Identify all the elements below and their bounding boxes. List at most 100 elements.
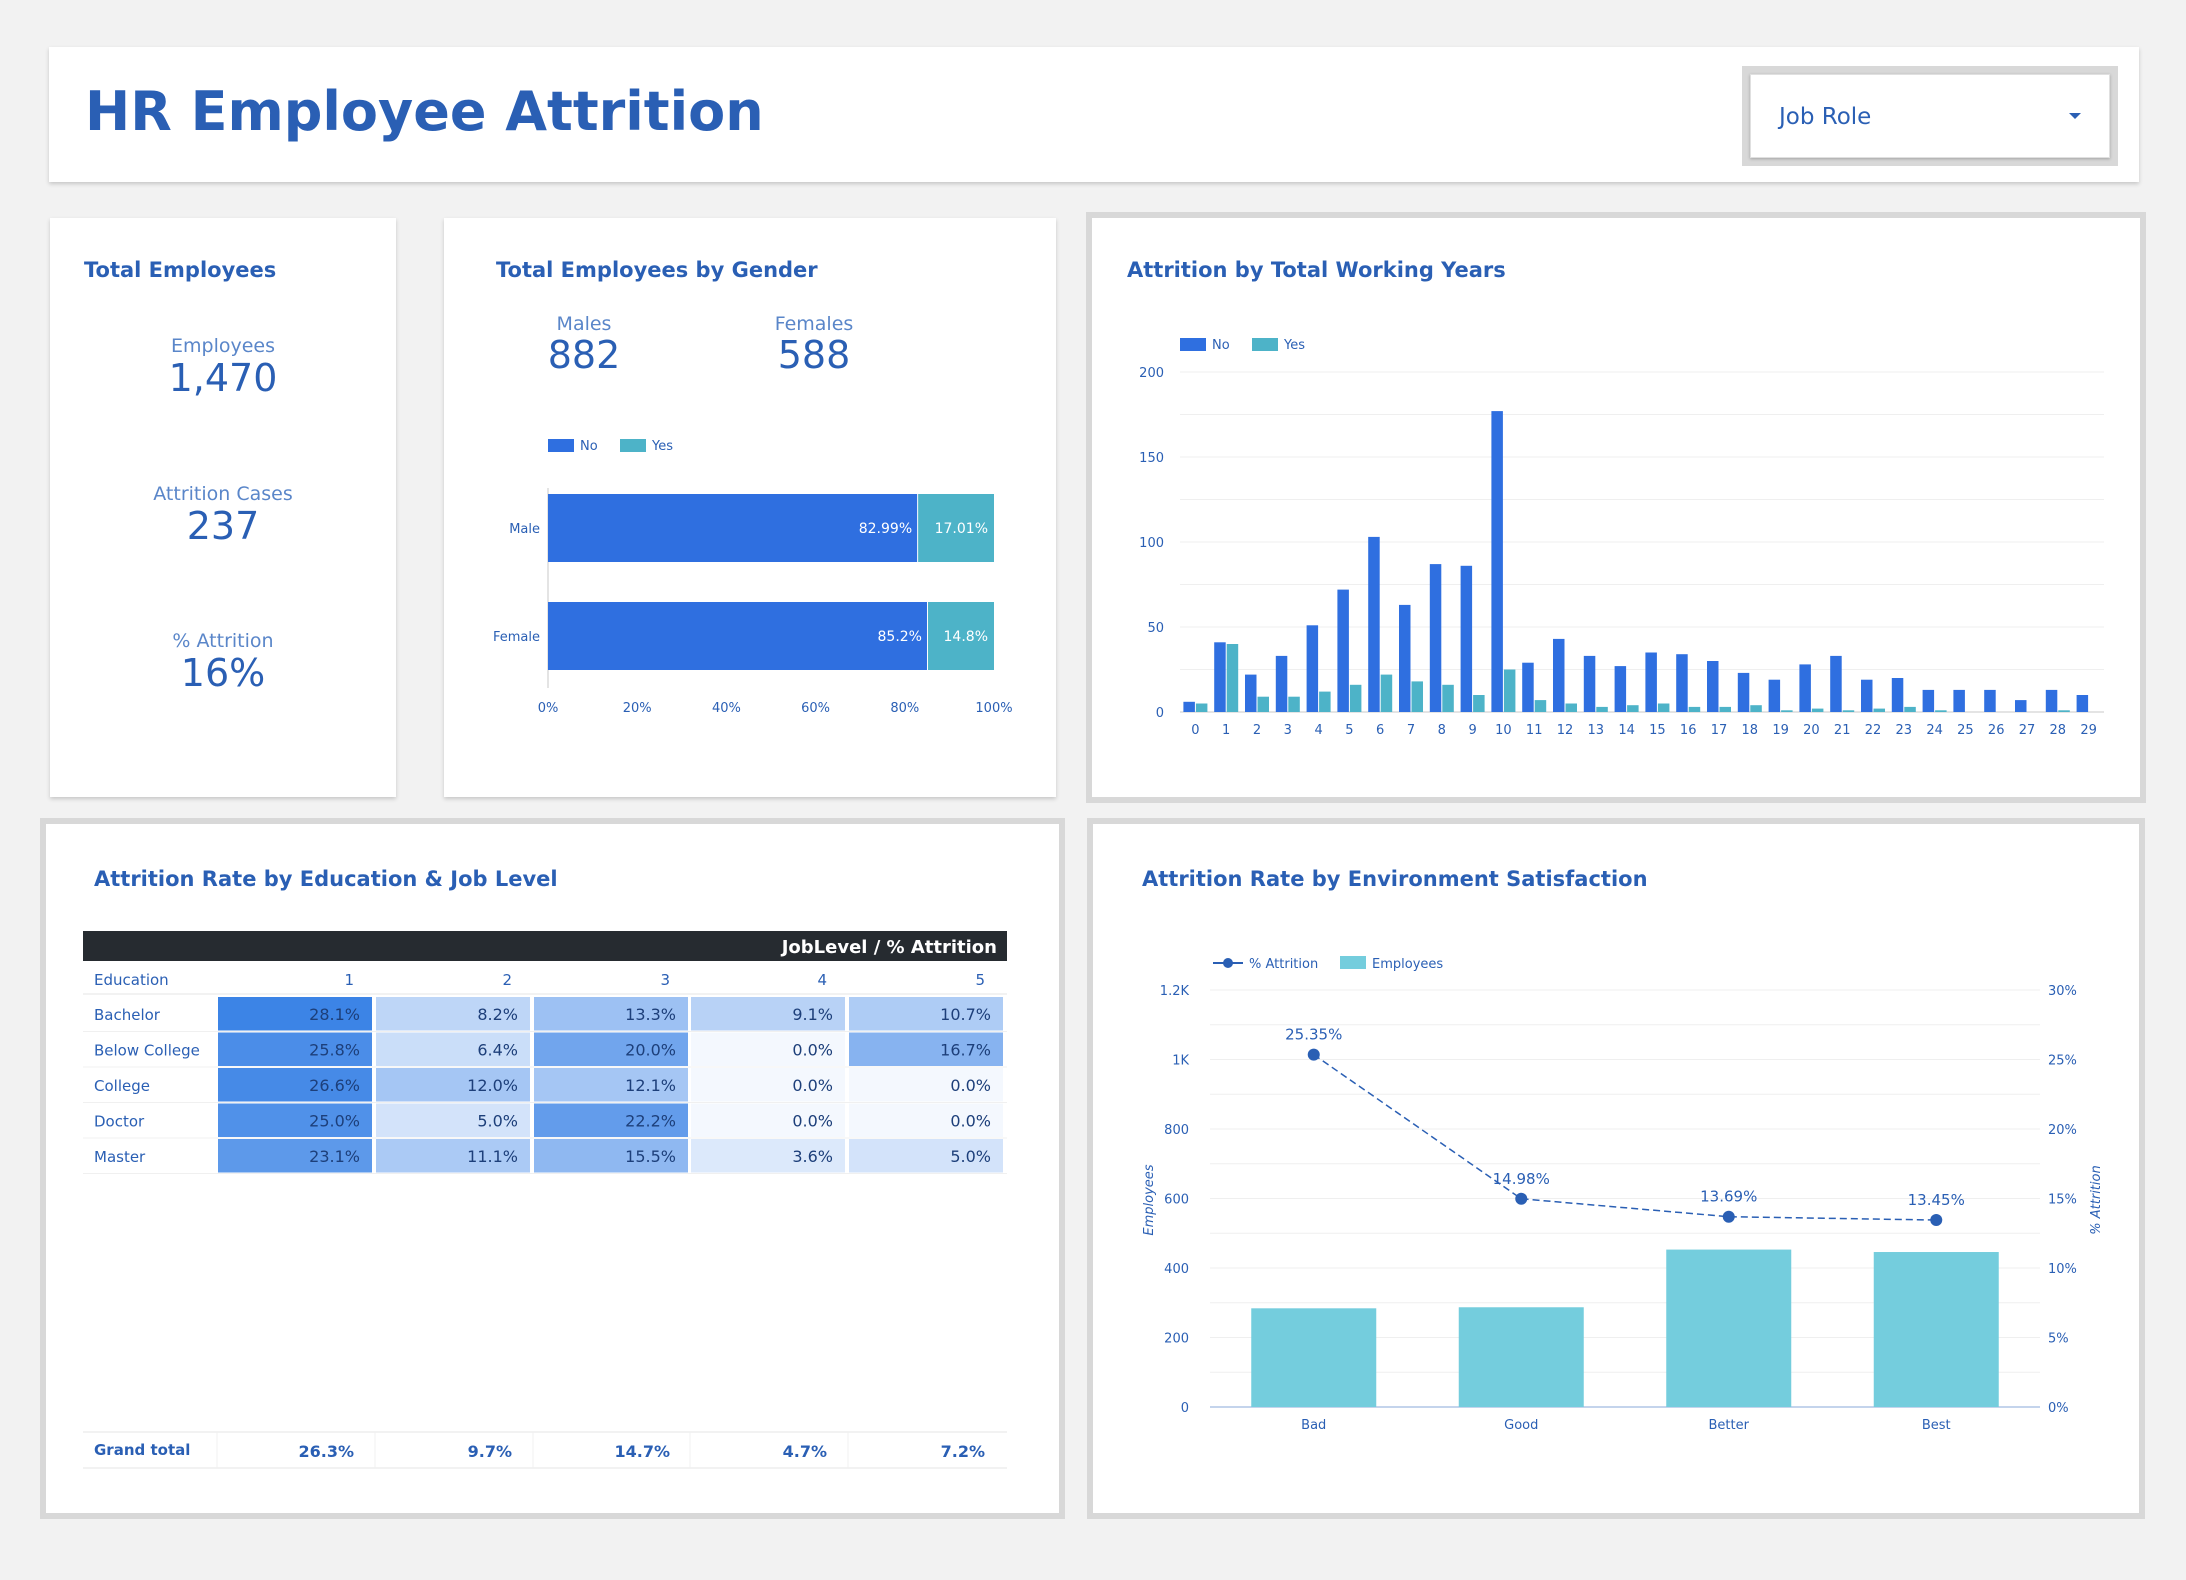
job-role-dropdown-label: Job Role [1779, 104, 1872, 130]
x-tick-label: 17 [1711, 723, 1728, 738]
y-tick-label: 50 [1147, 621, 1164, 636]
x-tick-label: 20% [623, 701, 652, 716]
bar-yes [1473, 695, 1485, 712]
data-label: 14.8% [944, 629, 988, 645]
attrition-data-label: 13.69% [1700, 1188, 1757, 1206]
bar-no [1429, 564, 1442, 712]
x-tick-label: 28 [2050, 723, 2067, 738]
attrition-percent-kpi-value: 16% [180, 651, 266, 695]
bar-no [1645, 652, 1657, 712]
bar-yes [1596, 706, 1608, 712]
bar-no [1583, 655, 1596, 712]
heat-cell-value: 0.0% [950, 1076, 991, 1095]
heat-cell-value: 9.1% [792, 1005, 833, 1024]
grand-total-value: 7.2% [941, 1442, 985, 1461]
heat-cell-value: 26.6% [309, 1076, 360, 1095]
bar-no [2015, 700, 2027, 712]
column-header-label: 1 [344, 971, 354, 989]
x-tick-label: 8 [1438, 723, 1446, 738]
y-tick-label: 600 [1164, 1193, 1189, 1208]
job-role-dropdown[interactable]: Job Role [1750, 74, 2110, 158]
chevron-down-icon [2069, 113, 2081, 119]
legend-swatch-yes [620, 439, 646, 452]
bar-yes [1935, 710, 1947, 712]
x-tick-label: 100% [975, 701, 1012, 716]
heat-cell-value: 12.1% [625, 1076, 676, 1095]
bar-yes [1257, 696, 1269, 712]
bar-no [1676, 654, 1688, 712]
column-header-label: 5 [975, 971, 985, 989]
bar-no [1460, 565, 1473, 712]
bar-yes [1503, 669, 1516, 712]
legend-swatch-no [1180, 338, 1206, 351]
attrition-cases-kpi-value: 237 [186, 504, 260, 548]
attrition-percent-kpi-label: % Attrition [172, 630, 274, 652]
x-tick-label: 60% [801, 701, 830, 716]
bar-no [1861, 679, 1873, 712]
legend-label-employees: Employees [1372, 957, 1443, 972]
bar-yes [1811, 708, 1824, 712]
heat-cell-value: 8.2% [477, 1005, 518, 1024]
grand-total-label: Grand total [94, 1441, 190, 1459]
x-tick-label: Better [1709, 1418, 1750, 1433]
attrition-line [1313, 1054, 1937, 1221]
legend-label-yes: Yes [1283, 338, 1305, 353]
y2-tick-label: 5% [2048, 1332, 2069, 1347]
data-label: 82.99% [859, 521, 912, 537]
bar-no [1830, 655, 1842, 712]
bar-no [1275, 655, 1288, 712]
bar-yes [1288, 696, 1300, 712]
data-label: 17.01% [935, 521, 988, 537]
x-tick-label: 13 [1588, 723, 1605, 738]
bar-no [2076, 695, 2089, 712]
x-tick-label: 11 [1526, 723, 1543, 738]
bar-no [1799, 664, 1811, 712]
bar-no [1306, 625, 1319, 712]
x-tick-label: 5 [1345, 723, 1353, 738]
y-tick-label: 200 [1139, 366, 1164, 381]
x-tick-label: 25 [1957, 723, 1974, 738]
x-tick-label: 14 [1618, 723, 1635, 738]
y2-tick-label: 10% [2048, 1262, 2077, 1277]
heat-cell-value: 0.0% [792, 1041, 833, 1060]
legend-marker-attrition [1223, 958, 1233, 968]
x-tick-label: 26 [1988, 723, 2005, 738]
legend-label-no: No [580, 439, 598, 454]
heat-cell-value: 10.7% [940, 1005, 991, 1024]
x-tick-label: 19 [1772, 723, 1789, 738]
bar-yes [1904, 706, 1916, 712]
bar-no [1337, 589, 1349, 712]
header-bar: HR Employee Attrition Job Role [49, 47, 2139, 182]
heat-cell-value: 20.0% [625, 1041, 676, 1060]
job-role-dropdown-frame: Job Role [1742, 66, 2118, 166]
bar-no [1984, 689, 1996, 712]
bar-no [1737, 672, 1750, 712]
x-tick-label: 80% [890, 701, 919, 716]
y2-tick-label: 0% [2048, 1401, 2069, 1416]
y-tick-label: 200 [1164, 1332, 1189, 1347]
y-tick-label: 1K [1172, 1054, 1189, 1069]
bar-no [1614, 666, 1627, 712]
y2-tick-label: 15% [2048, 1193, 2077, 1208]
heat-cell-value: 22.2% [625, 1112, 676, 1131]
bar-no [1707, 661, 1719, 712]
x-tick-label: 0% [538, 701, 559, 716]
bar-yes [1719, 706, 1731, 712]
education-card: Attrition Rate by Education & Job Level … [40, 818, 1065, 1519]
y-tick-label: 0 [1156, 706, 1164, 721]
grand-total-value: 26.3% [298, 1442, 354, 1461]
heat-cell-value: 0.0% [950, 1112, 991, 1131]
y-tick-label: 1.2K [1160, 984, 1190, 999]
data-label: 85.2% [878, 629, 922, 645]
y-tick-label: 150 [1139, 451, 1164, 466]
attrition-data-label: 25.35% [1285, 1026, 1342, 1044]
environment-card: Attrition Rate by Environment Satisfacti… [1087, 818, 2145, 1519]
bar-yes [1873, 708, 1885, 712]
table-header-banner-label: JobLevel / % Attrition [780, 937, 997, 958]
bar-yes [1411, 681, 1423, 712]
x-tick-label: 7 [1407, 723, 1415, 738]
x-tick-label: 3 [1284, 723, 1292, 738]
bar-employees [1251, 1308, 1377, 1407]
x-tick-label: 9 [1468, 723, 1476, 738]
x-tick-label: 10 [1495, 723, 1512, 738]
